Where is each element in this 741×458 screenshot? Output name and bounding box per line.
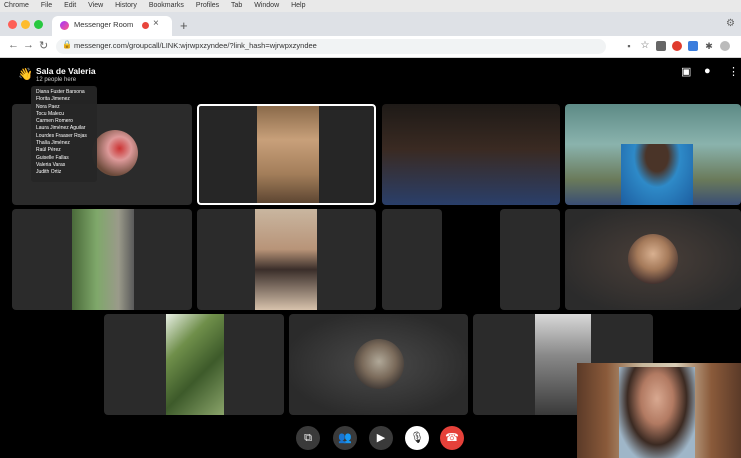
call-controls: ⧉ 👥 ▶ 🎙 ☎ <box>0 426 741 454</box>
menu-window[interactable]: Window <box>254 2 279 9</box>
new-tab-button[interactable]: + <box>180 18 188 33</box>
participant-name: Tocu Malecu <box>36 110 65 117</box>
browser-tab-bar: Messenger Room × + ⚙ <box>0 12 741 36</box>
camera-permission-icon[interactable]: ▪ <box>624 41 634 51</box>
participant-name: Florita Jimenez <box>36 96 70 103</box>
close-window-button[interactable] <box>8 20 17 29</box>
video-camera-icon[interactable]: ▶ <box>369 426 393 450</box>
video-tile[interactable] <box>197 209 376 310</box>
screen-share-top-icon[interactable]: ▣ <box>681 65 691 78</box>
participant-name: Raúl Pérez <box>36 147 61 154</box>
zoom-window-button[interactable] <box>34 20 43 29</box>
profile-avatar[interactable] <box>720 41 730 51</box>
screen-share-icon[interactable]: ⧉ <box>296 426 320 450</box>
tab-close-icon[interactable]: × <box>153 18 159 29</box>
menu-profiles[interactable]: Profiles <box>196 2 219 9</box>
participant-name: Laura Jiménez Aguilar <box>36 125 86 132</box>
chat-bubble-icon[interactable]: ● <box>704 65 711 77</box>
more-options-icon[interactable]: ⋮ <box>728 65 739 78</box>
video-tile[interactable] <box>12 209 192 310</box>
browser-settings-icon[interactable]: ⚙ <box>726 18 735 29</box>
participant-video <box>255 209 317 310</box>
participant-name: Thalía Jiménez <box>36 140 70 147</box>
room-title[interactable]: Sala de Valeria <box>36 66 96 76</box>
tab-title: Messenger Room <box>74 20 134 29</box>
menu-file[interactable]: File <box>41 2 52 9</box>
lock-icon: 🔒 <box>62 40 72 49</box>
browser-tab[interactable]: Messenger Room × <box>52 16 172 36</box>
messenger-icon <box>60 21 69 30</box>
participant-avatar <box>92 130 138 176</box>
participant-video <box>166 314 224 415</box>
menu-bookmarks[interactable]: Bookmarks <box>149 2 184 9</box>
url-text: messenger.com/groupcall/LINK:wjrwpxzynde… <box>74 41 317 50</box>
bookmark-star-icon[interactable]: ☆ <box>640 41 650 51</box>
participant-name: Valeria Varas <box>36 161 66 168</box>
menu-tab[interactable]: Tab <box>231 2 242 9</box>
menu-history[interactable]: History <box>115 2 137 9</box>
extension-icon[interactable] <box>656 41 666 51</box>
menu-chrome[interactable]: Chrome <box>4 2 29 9</box>
extension-icon[interactable] <box>672 41 682 51</box>
microphone-muted-icon[interactable]: 🎙 <box>405 426 429 450</box>
participant-count[interactable]: 12 people here <box>36 77 76 83</box>
menu-view[interactable]: View <box>88 2 103 9</box>
back-icon[interactable]: ← <box>8 39 19 51</box>
forward-icon[interactable]: → <box>23 39 34 51</box>
participant-name: Guiselle Fallas <box>36 154 69 161</box>
participant-name: Lourdes Fraaser Rojas <box>36 132 87 139</box>
end-call-icon[interactable]: ☎ <box>440 426 464 450</box>
video-tile[interactable] <box>382 104 560 205</box>
extension-icon[interactable] <box>688 41 698 51</box>
menu-edit[interactable]: Edit <box>64 2 76 9</box>
participant-avatar <box>628 234 678 284</box>
url-field[interactable]: 🔒 messenger.com/groupcall/LINK:wjrwpxzyn… <box>56 39 606 54</box>
address-bar: ← → ↻ 🔒 messenger.com/groupcall/LINK:wjr… <box>0 36 741 58</box>
video-tile[interactable] <box>104 314 284 415</box>
messenger-room: 👋 Sala de Valeria 12 people here ▣ ● ⋮ D… <box>0 58 741 458</box>
waving-hand-icon: 👋 <box>18 67 33 81</box>
participant-name: Nora Paez <box>36 103 60 110</box>
mac-menubar: Chrome File Edit View History Bookmarks … <box>0 0 741 12</box>
video-tile[interactable] <box>565 209 741 310</box>
minimize-window-button[interactable] <box>21 20 30 29</box>
recording-indicator-icon <box>142 22 149 29</box>
participant-name: Carmen Romero <box>36 118 73 125</box>
participant-name: Judith Ortiz <box>36 169 62 176</box>
video-tile-active[interactable] <box>197 104 376 205</box>
participant-list: Diana Fuster Barsona Florita Jimenez Nor… <box>31 86 97 182</box>
video-tile[interactable] <box>289 314 468 415</box>
reload-icon[interactable]: ↻ <box>39 39 48 52</box>
video-tile[interactable] <box>382 209 442 310</box>
video-tile[interactable] <box>500 209 560 310</box>
video-tile[interactable] <box>565 104 741 205</box>
extensions-puzzle-icon[interactable]: ✱ <box>704 41 714 51</box>
participant-video <box>257 106 319 203</box>
people-icon[interactable]: 👥 <box>333 426 357 450</box>
participant-video <box>621 144 693 205</box>
participant-avatar <box>354 339 404 389</box>
participant-name: Diana Fuster Barsona <box>36 89 85 95</box>
participant-video <box>72 209 134 310</box>
menu-help[interactable]: Help <box>291 2 305 9</box>
